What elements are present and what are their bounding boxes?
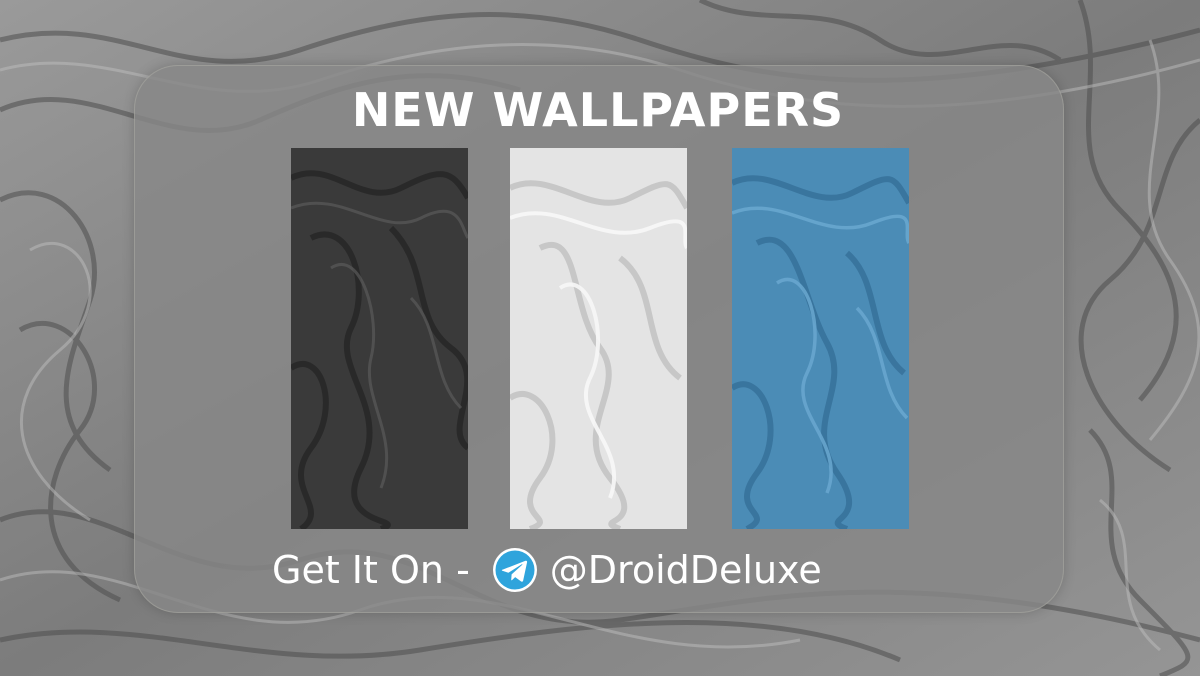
footer-cta: Get It On - @DroidDeluxe <box>272 540 972 600</box>
wallpaper-preview-blue[interactable] <box>732 148 909 529</box>
channel-handle[interactable]: @DroidDeluxe <box>550 548 822 592</box>
wallpaper-preview-dark[interactable] <box>291 148 468 529</box>
footer-prefix: Get It On - <box>272 548 470 592</box>
wallpaper-preview-light[interactable] <box>510 148 687 529</box>
telegram-icon[interactable] <box>492 547 538 593</box>
headline: NEW WALLPAPERS <box>351 83 845 137</box>
